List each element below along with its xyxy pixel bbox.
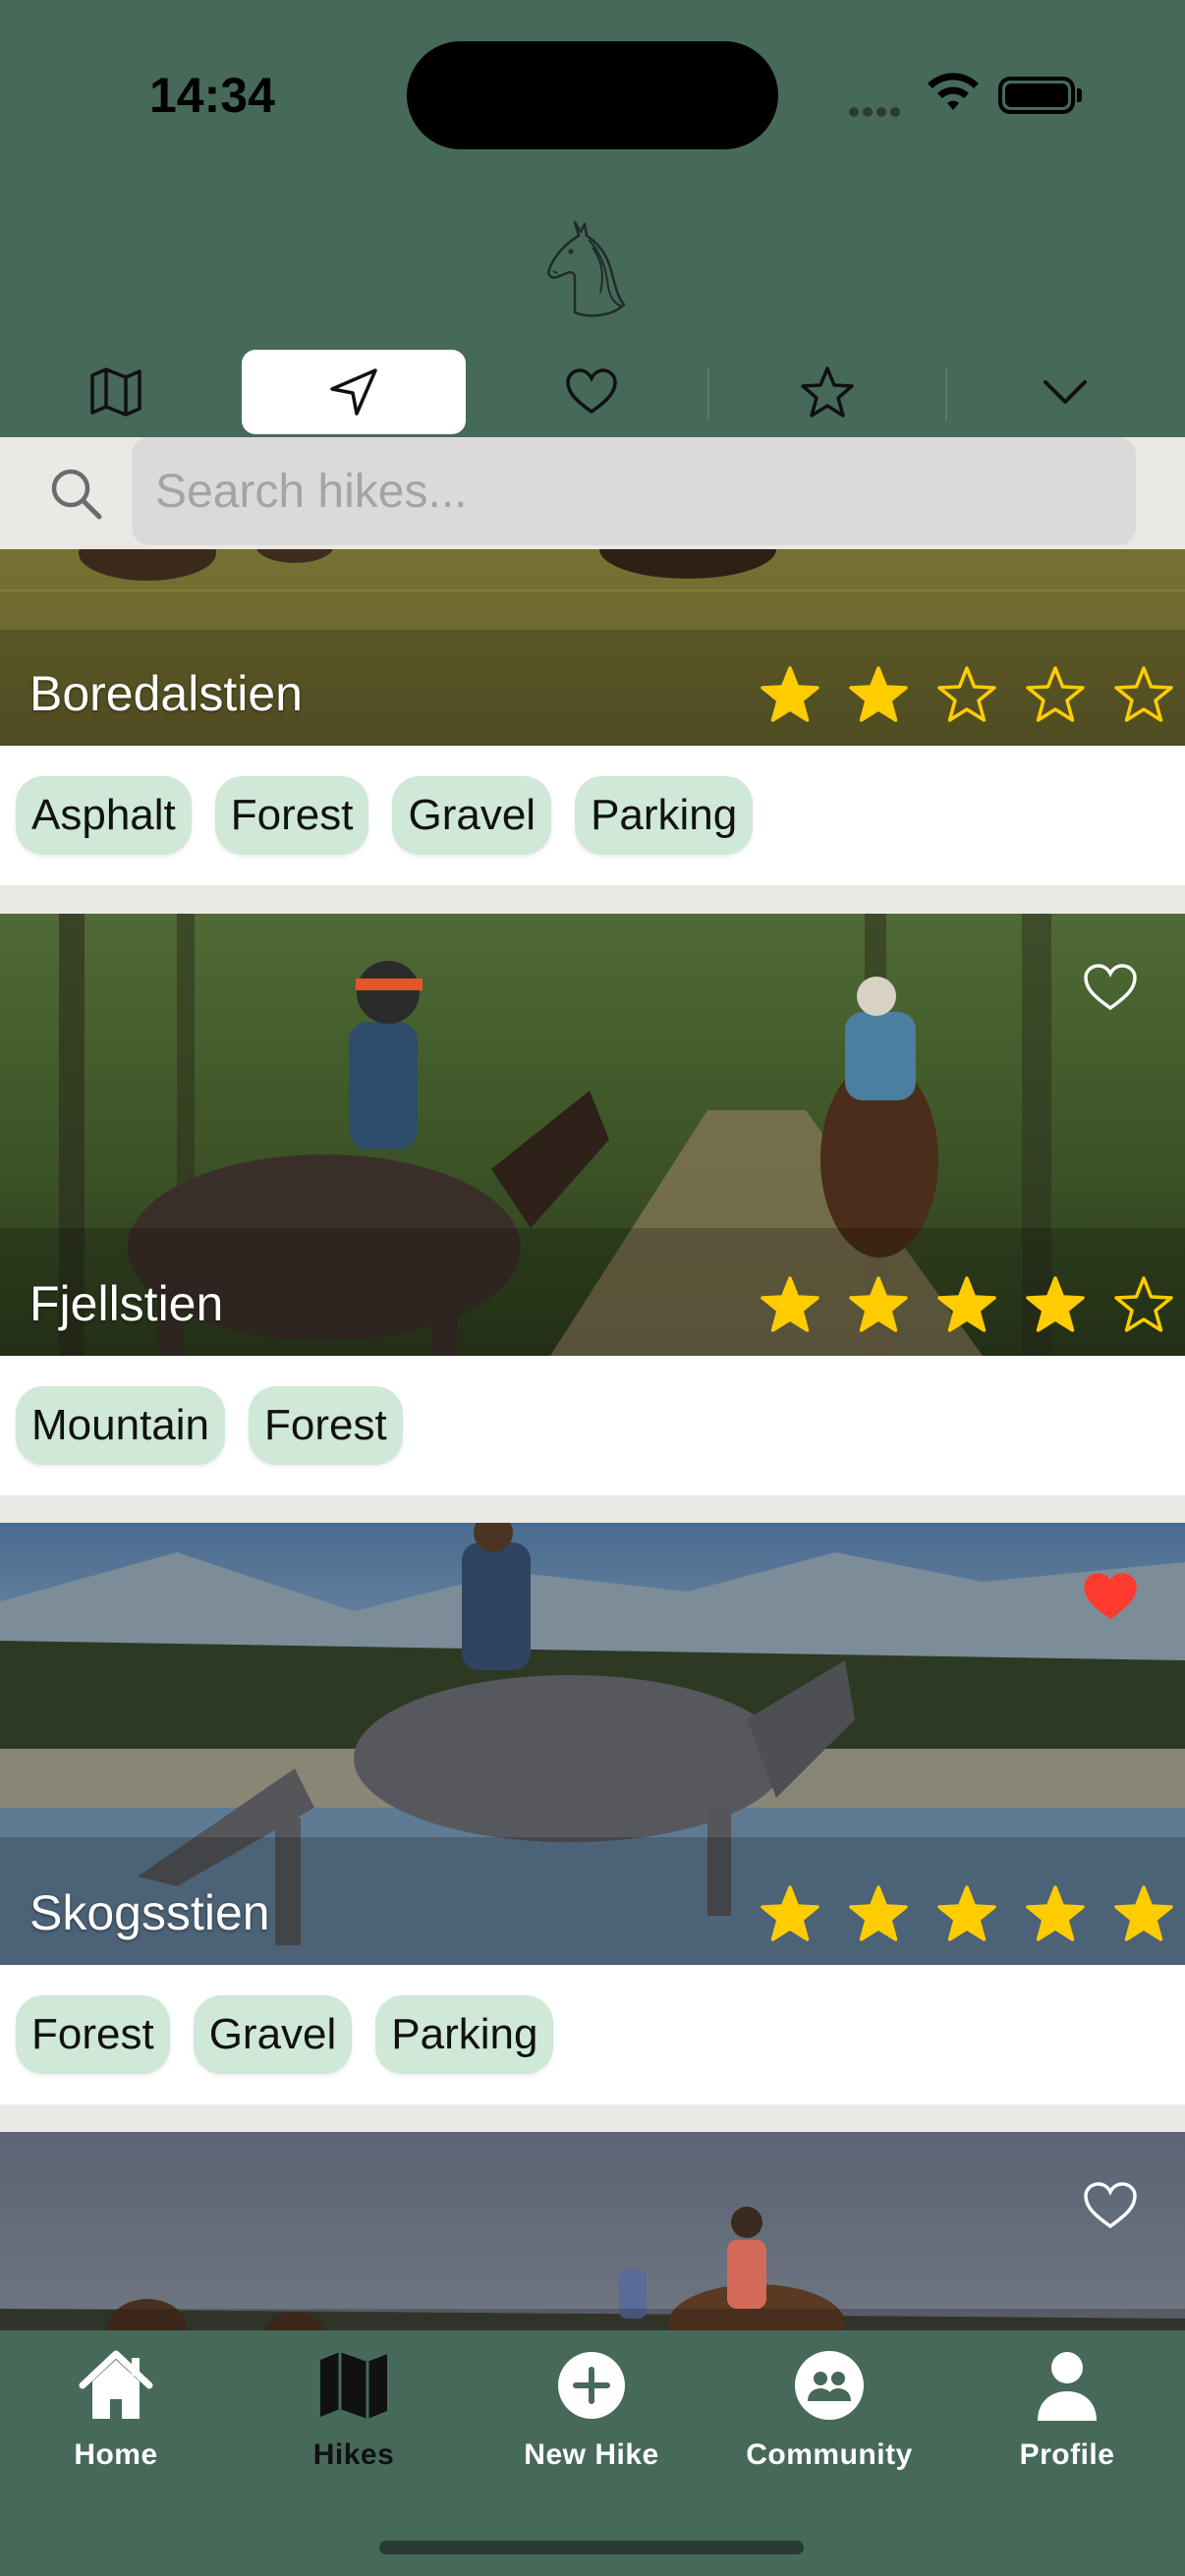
- nav-label: New Hike: [524, 2438, 659, 2471]
- horse-head-icon: [547, 220, 626, 317]
- wifi-icon: [928, 73, 979, 110]
- star-icon: [801, 366, 854, 418]
- rating-stars: [761, 1275, 1173, 1334]
- favorite-heart-icon[interactable]: [1083, 963, 1138, 1012]
- nav-label: Profile: [1019, 2438, 1115, 2471]
- star-filled-icon: [1026, 1276, 1085, 1332]
- star-filled-icon: [1026, 1885, 1085, 1941]
- star-outline-icon: [1114, 1276, 1173, 1332]
- star-filled-icon: [849, 1885, 908, 1941]
- hike-list[interactable]: Boredalstien Asphalt Forest Gravel Parki…: [0, 549, 1185, 2330]
- map-icon: [320, 2352, 387, 2419]
- tag-chip: Parking: [375, 1995, 554, 2074]
- hike-photo: Fjellstien: [0, 914, 1185, 1356]
- tag-chip: Gravel: [392, 776, 552, 855]
- nav-community[interactable]: Community: [731, 2346, 928, 2472]
- tag-chip: Forest: [16, 1995, 170, 2074]
- tab-favorites[interactable]: [480, 350, 704, 434]
- filter-tabs: [0, 346, 1185, 437]
- nav-label: Community: [746, 2438, 913, 2471]
- dynamic-island: [407, 41, 778, 149]
- tag-chip: Mountain: [16, 1386, 226, 1465]
- tab-map[interactable]: [4, 350, 228, 434]
- tag-chip: Parking: [575, 776, 754, 855]
- hike-title: Boredalstien: [29, 666, 303, 721]
- star-outline-icon: [1026, 666, 1085, 722]
- tab-bar: Home Hikes New Hike Community Profile: [0, 2330, 1185, 2576]
- home-indicator: [379, 2541, 804, 2554]
- nav-home[interactable]: Home: [18, 2346, 214, 2472]
- profile-icon: [1038, 2352, 1097, 2421]
- tab-more[interactable]: [953, 350, 1177, 434]
- navigation-arrow-icon: [330, 368, 377, 416]
- hike-photo: Skogsstien: [0, 1523, 1185, 1965]
- rating-stars: [761, 665, 1173, 724]
- chevron-down-icon: [1044, 380, 1087, 404]
- nav-new-hike[interactable]: New Hike: [493, 2346, 690, 2472]
- star-filled-icon: [937, 1885, 996, 1941]
- heart-icon: [566, 368, 617, 415]
- nav-profile[interactable]: Profile: [969, 2346, 1165, 2472]
- nav-hikes[interactable]: Hikes: [255, 2346, 452, 2472]
- tag-list: Asphalt Forest Gravel Parking: [0, 746, 1185, 885]
- hike-title: Fjellstien: [29, 1276, 224, 1331]
- favorite-heart-icon[interactable]: [1083, 2181, 1138, 2230]
- cellular-signal-icon: [849, 104, 906, 117]
- star-filled-icon: [937, 1276, 996, 1332]
- star-filled-icon: [761, 1885, 819, 1941]
- star-filled-icon: [1114, 1885, 1173, 1941]
- tag-chip: Gravel: [193, 1995, 353, 2074]
- favorite-heart-filled-icon[interactable]: [1083, 1572, 1138, 1621]
- search-input[interactable]: [132, 437, 1136, 545]
- tag-list: Forest Gravel Parking: [0, 1965, 1185, 2104]
- battery-icon: [998, 77, 1075, 114]
- star-filled-icon: [849, 1276, 908, 1332]
- nav-label: Home: [74, 2438, 158, 2471]
- star-outline-icon: [937, 666, 996, 722]
- search-bar: [0, 437, 1185, 549]
- search-icon: [51, 469, 102, 520]
- plus-circle-icon: [558, 2352, 625, 2419]
- tag-chip: Asphalt: [16, 776, 192, 855]
- tab-top-rated[interactable]: [715, 350, 939, 434]
- hike-photo: [0, 2132, 1185, 2330]
- rating-stars: [761, 1884, 1173, 1943]
- app-header: 14:34: [0, 0, 1185, 437]
- nav-label: Hikes: [312, 2438, 395, 2471]
- tag-list: Mountain Forest: [0, 1356, 1185, 1495]
- star-filled-icon: [761, 1276, 819, 1332]
- star-filled-icon: [761, 666, 819, 722]
- tag-chip: Forest: [214, 776, 369, 855]
- hike-photo: Boredalstien: [0, 549, 1185, 746]
- status-time: 14:34: [149, 68, 275, 123]
- star-outline-icon: [1114, 666, 1173, 722]
- tag-chip: Forest: [249, 1386, 403, 1465]
- tab-nearby[interactable]: [242, 350, 466, 434]
- map-icon: [90, 367, 141, 417]
- community-icon: [795, 2351, 864, 2420]
- hike-title: Skogsstien: [29, 1885, 270, 1940]
- home-icon: [79, 2350, 153, 2419]
- star-filled-icon: [849, 666, 908, 722]
